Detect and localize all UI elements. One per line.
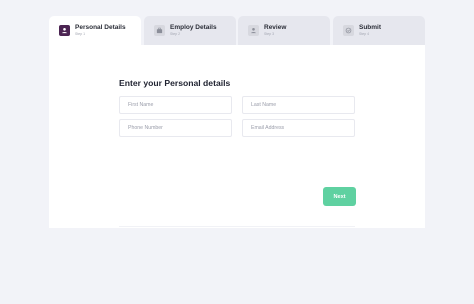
email-address-field[interactable] bbox=[242, 119, 355, 137]
personal-details-card: Enter your Personal details Next bbox=[49, 45, 425, 228]
last-name-input[interactable] bbox=[251, 102, 354, 108]
tab-title: Review bbox=[264, 23, 287, 31]
wizard-tabs: Personal Details Step 1 Employ Details S… bbox=[49, 16, 425, 45]
first-name-field[interactable] bbox=[119, 96, 232, 114]
user-icon bbox=[248, 25, 259, 36]
tab-submit[interactable]: Submit Step 4 bbox=[333, 16, 425, 45]
form-wizard: Personal Details Step 1 Employ Details S… bbox=[49, 16, 425, 228]
tab-title: Personal Details bbox=[75, 23, 126, 31]
user-icon bbox=[59, 25, 70, 36]
briefcase-icon bbox=[154, 25, 165, 36]
check-icon bbox=[343, 25, 354, 36]
tab-review[interactable]: Review Step 3 bbox=[238, 16, 330, 45]
first-name-input[interactable] bbox=[128, 102, 231, 108]
tab-step: Step 3 bbox=[264, 31, 275, 36]
tab-step: Step 1 bbox=[75, 31, 86, 36]
next-button[interactable]: Next bbox=[323, 187, 356, 206]
phone-number-field[interactable] bbox=[119, 119, 232, 137]
last-name-field[interactable] bbox=[242, 96, 355, 114]
tab-step: Step 2 bbox=[170, 31, 181, 36]
tab-personal-details[interactable]: Personal Details Step 1 bbox=[49, 16, 141, 45]
phone-number-input[interactable] bbox=[128, 125, 231, 131]
tab-title: Submit bbox=[359, 23, 382, 31]
tab-employ-details[interactable]: Employ Details Step 2 bbox=[144, 16, 236, 45]
tab-title: Employ Details bbox=[170, 23, 217, 31]
tab-step: Step 4 bbox=[359, 31, 370, 36]
form-divider bbox=[119, 226, 355, 227]
email-address-input[interactable] bbox=[251, 125, 354, 131]
form-heading: Enter your Personal details bbox=[119, 78, 231, 88]
